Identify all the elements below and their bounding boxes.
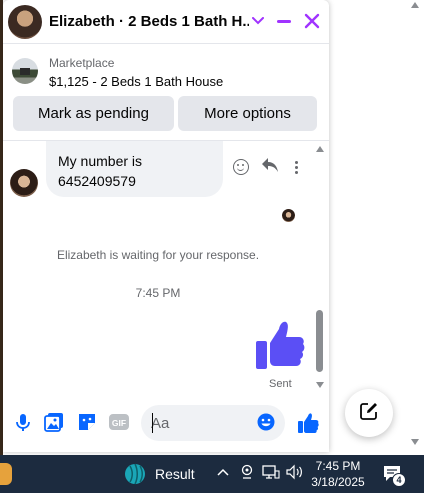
listing-info[interactable]: Marketplace $1,125 - 2 Beds 1 Bath House bbox=[3, 52, 329, 92]
more-options-button[interactable]: More options bbox=[178, 96, 317, 131]
sent-status: Sent bbox=[269, 378, 292, 390]
message-timestamp: 7:45 PM bbox=[135, 286, 181, 300]
chat-window: Elizabeth · 2 Beds 1 Bath H... Marketpla… bbox=[3, 0, 329, 452]
taskbar-widget-label[interactable]: Result bbox=[155, 466, 195, 482]
camera-icon[interactable] bbox=[240, 464, 254, 483]
message-line: 6452409579 bbox=[58, 173, 136, 189]
listing-source: Marketplace bbox=[49, 56, 115, 70]
chat-title[interactable]: Elizabeth · 2 Beds 1 Bath H... bbox=[49, 13, 249, 30]
clock-date: 3/18/2025 bbox=[311, 475, 365, 489]
waiting-notice: Elizabeth is waiting for your response. bbox=[56, 248, 260, 262]
emoji-icon[interactable] bbox=[256, 412, 276, 432]
notification-badge: 4 bbox=[392, 473, 406, 487]
chevron-down-icon[interactable] bbox=[247, 10, 269, 32]
mark-pending-button[interactable]: Mark as pending bbox=[13, 96, 174, 131]
minimize-icon[interactable] bbox=[273, 10, 295, 32]
thumbs-up-icon[interactable] bbox=[297, 412, 319, 433]
listing-thumbnail[interactable] bbox=[12, 58, 38, 84]
listing-title[interactable]: $1,125 - 2 Beds 1 Bath House bbox=[49, 74, 223, 89]
chat-scrollbar[interactable] bbox=[315, 146, 327, 388]
chat-header[interactable]: Elizabeth · 2 Beds 1 Bath H... bbox=[3, 0, 329, 44]
message-bubble[interactable]: My number is 6452409579 bbox=[46, 141, 223, 197]
seen-avatar bbox=[282, 209, 295, 222]
emoji-icon[interactable] bbox=[233, 159, 249, 175]
scroll-up-arrow[interactable] bbox=[316, 146, 324, 152]
taskbar-app-icon[interactable] bbox=[0, 463, 12, 485]
close-icon[interactable] bbox=[301, 10, 323, 32]
more-icon[interactable] bbox=[295, 161, 298, 164]
message-list: My number is 6452409579 Elizabeth is wai… bbox=[3, 140, 329, 392]
page-scroll-up-arrow[interactable] bbox=[411, 2, 419, 8]
gif-icon[interactable]: GIF bbox=[108, 412, 129, 432]
new-message-button[interactable] bbox=[345, 389, 393, 437]
sender-avatar[interactable] bbox=[10, 169, 38, 197]
reply-icon[interactable] bbox=[261, 157, 279, 178]
sticker-icon[interactable] bbox=[77, 412, 97, 432]
scroll-down-arrow[interactable] bbox=[316, 382, 324, 388]
chevron-up-icon[interactable] bbox=[217, 464, 229, 480]
windows-taskbar: Result 7:45 PM 3/18/2025 4 bbox=[0, 455, 424, 493]
message-composer: GIF bbox=[3, 400, 329, 445]
compose-icon bbox=[359, 401, 379, 426]
cricket-ball-icon[interactable] bbox=[124, 463, 146, 485]
contact-avatar[interactable] bbox=[8, 4, 42, 39]
text-caret bbox=[152, 413, 153, 433]
scroll-thumb[interactable] bbox=[316, 310, 323, 372]
page-scroll-down-arrow[interactable] bbox=[411, 439, 419, 445]
network-icon[interactable] bbox=[262, 464, 280, 483]
volume-icon[interactable] bbox=[286, 464, 304, 483]
thumbs-up-icon[interactable] bbox=[255, 319, 305, 371]
clock-time: 7:45 PM bbox=[315, 459, 361, 473]
message-line: My number is bbox=[58, 153, 143, 169]
image-icon[interactable] bbox=[44, 412, 64, 432]
taskbar-clock[interactable]: 7:45 PM 3/18/2025 bbox=[308, 458, 368, 490]
microphone-icon[interactable] bbox=[13, 412, 33, 432]
svg-text:GIF: GIF bbox=[112, 418, 126, 428]
